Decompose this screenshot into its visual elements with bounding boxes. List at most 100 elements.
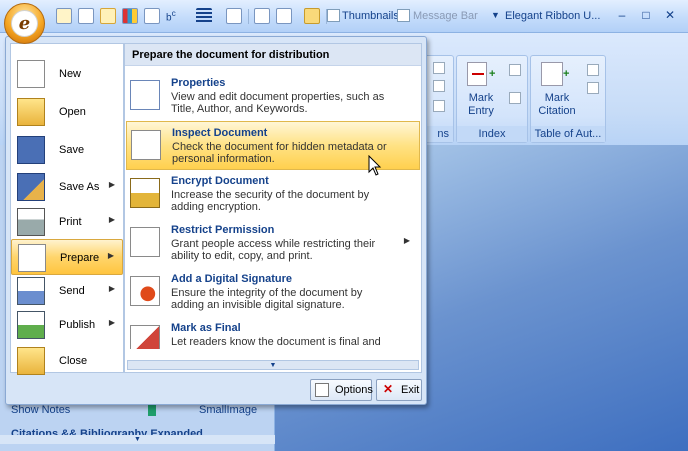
restore-button[interactable]: □ <box>638 7 654 23</box>
format-painter-icon[interactable] <box>56 8 72 24</box>
text-style-icon[interactable]: bc <box>166 8 182 24</box>
customize-arrow-icon[interactable]: ▼ <box>491 10 500 20</box>
publish-icon <box>17 311 45 339</box>
app-title: Elegant Ribbon U... <box>505 10 601 22</box>
close-button[interactable]: ✕ <box>662 7 678 23</box>
save-icon <box>17 136 45 164</box>
thumbnails-checkbox[interactable] <box>327 9 340 22</box>
exit-icon: ✕ <box>382 382 394 396</box>
menu-item-label: Save <box>59 144 85 156</box>
insert-icon[interactable] <box>433 62 445 74</box>
submenu-scroll-down-icon[interactable]: ▼ <box>127 360 419 370</box>
update-toa-icon[interactable] <box>587 82 599 94</box>
mark-entry-icon[interactable] <box>467 62 487 86</box>
close-document-icon <box>17 347 45 375</box>
mark-entry-button[interactable]: Mark Entry <box>461 92 501 118</box>
menu-item-print[interactable]: Print ▶ <box>11 204 123 240</box>
submenu-item-restrict-permission[interactable]: Restrict Permission Grant people access w… <box>126 219 420 268</box>
submenu-item-description: Ensure the integrity of the document by … <box>171 287 363 311</box>
thumbnails-label: Thumbnails <box>342 10 399 22</box>
submenu-item-description: Increase the security of the document by… <box>171 189 370 213</box>
separator <box>248 9 249 24</box>
update-icon[interactable] <box>433 80 445 92</box>
menu-item-label: Save As <box>59 181 100 193</box>
list-icon[interactable] <box>196 8 212 24</box>
submenu-arrow-icon: ▶ <box>108 215 115 224</box>
send-icon <box>17 277 45 305</box>
exit-button[interactable]: ✕ Exit <box>376 379 422 401</box>
submenu-item-title: Restrict Permission <box>171 224 275 236</box>
office-button[interactable]: e <box>4 3 45 44</box>
menu-item-label: Close <box>59 355 88 367</box>
menu-item-prepare[interactable]: Prepare ▶ <box>11 239 123 275</box>
menu-item-new[interactable]: New <box>11 56 123 92</box>
encrypt-lock-icon <box>130 178 160 208</box>
menu-item-label: Print <box>59 216 82 228</box>
options-button[interactable]: Options <box>310 379 373 401</box>
print-icon <box>17 208 45 236</box>
citations-header[interactable]: Citations && Bibliography Expanded <box>11 428 203 435</box>
restrict-permission-icon <box>130 227 160 257</box>
title-bar: bc Thumbnails Message Bar ▼ Elegant Ribb… <box>0 0 688 33</box>
save-as-icon <box>17 173 45 201</box>
mark-citation-button[interactable]: Mark Citation <box>535 92 579 118</box>
outline-icon[interactable] <box>276 8 292 24</box>
plus-icon: + <box>563 68 570 80</box>
cross-ref-icon[interactable] <box>433 100 445 112</box>
submenu-arrow-icon: ▶ <box>108 318 115 327</box>
minimize-button[interactable]: – <box>614 7 630 23</box>
menu-item-label: Send <box>59 285 85 297</box>
document-icon[interactable] <box>144 8 160 24</box>
prepare-submenu: Prepare the document for distribution Pr… <box>124 43 422 373</box>
plus-icon: + <box>489 68 496 80</box>
folder-icon[interactable] <box>304 8 320 24</box>
menu-item-label: Open <box>59 106 86 118</box>
menu-item-publish[interactable]: Publish ▶ <box>11 307 123 343</box>
group-label: Table of Aut... <box>531 126 605 142</box>
submenu-item-title: Encrypt Document <box>171 175 269 187</box>
orb-letter: e <box>11 10 38 37</box>
ribbon-group-toa: + Mark Citation Table of Aut... <box>530 55 606 143</box>
submenu-item-add-a-digital-signature[interactable]: Add a Digital Signature Ensure the integr… <box>126 268 420 317</box>
chart-icon[interactable] <box>122 8 138 24</box>
submenu-item-encrypt-document[interactable]: Encrypt Document Increase the security of… <box>126 170 420 219</box>
menu-item-label: Publish <box>59 319 96 331</box>
mouse-cursor-icon <box>368 155 382 176</box>
scroll-down-icon[interactable]: ▼ <box>0 435 275 444</box>
submenu-item-properties[interactable]: Properties View and edit document propert… <box>126 72 420 121</box>
submenu-item-title: Properties <box>171 77 226 89</box>
menu-item-save[interactable]: Save <box>11 132 123 168</box>
menu-item-send[interactable]: Send ▶ <box>11 273 123 309</box>
submenu-item-description: Let readers know the document is final a… <box>171 336 381 348</box>
properties-icon <box>130 80 160 110</box>
menu-item-close[interactable]: Close <box>11 343 123 379</box>
submenu-item-title: Mark as Final <box>171 322 241 334</box>
mark-final-icon <box>130 325 160 349</box>
small-image-link[interactable]: SmallImage <box>199 404 257 416</box>
submenu-arrow-icon: ▶ <box>108 284 115 293</box>
insert-index-icon[interactable] <box>509 64 521 76</box>
submenu-item-title: Inspect Document <box>172 127 268 139</box>
mark-citation-icon[interactable] <box>541 62 563 86</box>
page-icon[interactable] <box>254 8 270 24</box>
menu-item-open[interactable]: Open <box>11 94 123 130</box>
insert-toa-icon[interactable] <box>587 64 599 76</box>
submenu-item-description: Grant people access while restricting th… <box>171 238 376 262</box>
submenu-arrow-icon: ▶ <box>403 236 410 245</box>
options-icon <box>315 383 329 397</box>
menu-commands: New Open Save Save As ▶ Print ▶ Prepare ▶ Send ▶ Pu… <box>10 43 124 375</box>
message-bar-label: Message Bar <box>413 10 478 22</box>
prepare-icon <box>18 244 46 272</box>
image-icon <box>148 404 156 416</box>
message-bar-checkbox[interactable] <box>397 9 410 22</box>
show-notes-link[interactable]: Show Notes <box>11 404 70 416</box>
new-document-icon <box>17 60 45 88</box>
page-view-icon[interactable] <box>100 8 116 24</box>
update-index-icon[interactable] <box>509 92 521 104</box>
page-setup-icon[interactable] <box>226 8 242 24</box>
menu-item-save-as[interactable]: Save As ▶ <box>11 169 123 205</box>
submenu-arrow-icon: ▶ <box>107 251 114 260</box>
submenu-item-mark-as-final[interactable]: Mark as Final Let readers know the docume… <box>126 317 420 349</box>
open-folder-icon <box>17 98 45 126</box>
copy-icon[interactable] <box>78 8 94 24</box>
